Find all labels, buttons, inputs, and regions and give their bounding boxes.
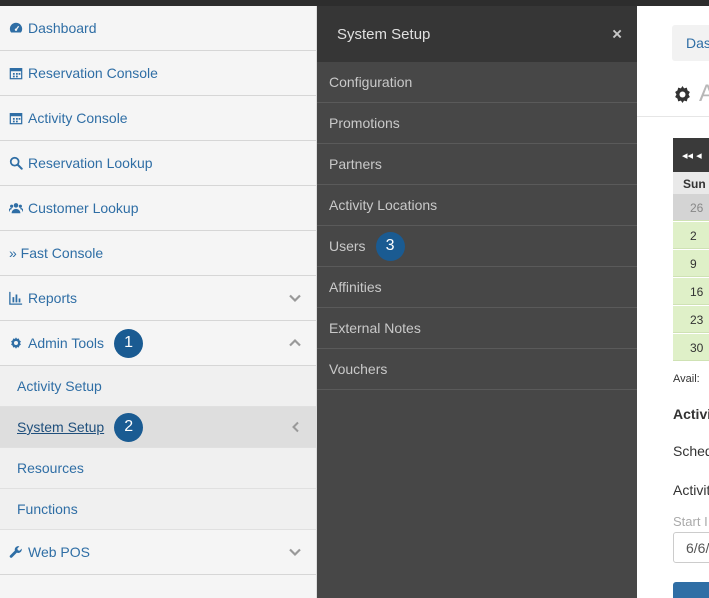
sidebar-item-label: Admin Tools bbox=[28, 335, 105, 351]
step-badge: 2 bbox=[114, 412, 144, 442]
start-date-input[interactable]: 6/6/ bbox=[673, 532, 709, 563]
flyout-item-label: Users bbox=[329, 238, 366, 254]
calendar-day[interactable]: 9 bbox=[673, 250, 709, 277]
flyout-title: System Setup bbox=[337, 25, 431, 43]
schedule-label: Sched bbox=[673, 443, 709, 459]
calendar-day[interactable]: 26 bbox=[673, 194, 709, 221]
sidebar-item-activity-console[interactable]: Activity Console bbox=[0, 96, 316, 141]
page-title: A bbox=[672, 80, 709, 108]
calendar-day-of-week: Sun bbox=[673, 172, 709, 194]
flyout-item-configuration[interactable]: Configuration bbox=[317, 62, 637, 103]
sidebar-subitem-functions[interactable]: Functions bbox=[0, 489, 316, 530]
avail-label: Avail: bbox=[673, 373, 700, 385]
sidebar-item-reservation-lookup[interactable]: Reservation Lookup bbox=[0, 141, 316, 186]
calendar-icon bbox=[9, 66, 24, 80]
sidebar-subitem-activity-setup[interactable]: Activity Setup bbox=[0, 366, 316, 407]
sidebar-item-web-pos[interactable]: Web POS bbox=[0, 530, 316, 575]
sidebar-item-label: Dashboard bbox=[28, 20, 97, 36]
sidebar-item-label: Activity Console bbox=[28, 110, 128, 126]
bar-chart-icon bbox=[9, 291, 24, 305]
gear-icon bbox=[675, 85, 690, 103]
sidebar-subitem-label: Activity Setup bbox=[17, 378, 102, 394]
flyout-item-label: Promotions bbox=[329, 115, 400, 131]
flyout-item-label: Partners bbox=[329, 156, 382, 172]
sidebar-subitem-label: System Setup bbox=[17, 419, 105, 435]
flyout-item-label: Configuration bbox=[329, 74, 413, 90]
users-icon bbox=[9, 201, 24, 215]
sidebar: Dashboard Reservation Console Activity C… bbox=[0, 6, 317, 598]
sidebar-item-admin-tools[interactable]: Admin Tools 1 bbox=[0, 321, 316, 366]
calendar-day[interactable]: 16 bbox=[673, 278, 709, 305]
sidebar-item-dashboard[interactable]: Dashboard bbox=[0, 6, 316, 51]
calendar-day[interactable]: 30 bbox=[673, 334, 709, 361]
main-content: Das A ◂◂ ◂ Sun 26 2 9 16 23 30 Avail: Ac… bbox=[637, 6, 709, 598]
step-badge: 3 bbox=[375, 231, 405, 261]
gear-icon bbox=[9, 336, 24, 350]
sidebar-item-reservation-console[interactable]: Reservation Console bbox=[0, 51, 316, 96]
flyout-item-users[interactable]: Users 3 bbox=[317, 226, 637, 267]
flyout-item-activity-locations[interactable]: Activity Locations bbox=[317, 185, 637, 226]
flyout-item-partners[interactable]: Partners bbox=[317, 144, 637, 185]
step-badge: 1 bbox=[114, 328, 144, 358]
flyout-item-external-notes[interactable]: External Notes bbox=[317, 308, 637, 349]
chevron-down-icon[interactable] bbox=[288, 545, 302, 559]
flyout-item-label: Activity Locations bbox=[329, 197, 438, 213]
activity-label: Activit bbox=[673, 482, 709, 498]
calendar-nav[interactable]: ◂◂ ◂ bbox=[673, 138, 709, 172]
system-setup-flyout: System Setup × Configuration Promotions … bbox=[317, 6, 637, 598]
calendar-day[interactable]: 2 bbox=[673, 222, 709, 249]
sidebar-subitem-system-setup[interactable]: System Setup 2 bbox=[0, 407, 316, 448]
page-title-text: A bbox=[699, 80, 709, 107]
calendar-prev-icon[interactable]: ◂◂ ◂ bbox=[682, 150, 702, 162]
flyout-item-label: Vouchers bbox=[329, 361, 388, 377]
sidebar-subitem-resources[interactable]: Resources bbox=[0, 448, 316, 489]
sidebar-item-label: Customer Lookup bbox=[28, 200, 139, 216]
sidebar-subitem-label: Functions bbox=[17, 501, 78, 517]
start-label: Start I bbox=[673, 514, 708, 529]
chevron-down-icon[interactable] bbox=[288, 291, 302, 305]
calendar-day[interactable]: 23 bbox=[673, 306, 709, 333]
flyout-header: System Setup × bbox=[317, 6, 637, 62]
sidebar-item-label: Web POS bbox=[28, 544, 90, 560]
flyout-item-label: Affinities bbox=[329, 279, 382, 295]
sidebar-item-label: Reservation Lookup bbox=[28, 155, 153, 171]
divider bbox=[637, 116, 709, 117]
flyout-item-vouchers[interactable]: Vouchers bbox=[317, 349, 637, 390]
dashboard-icon bbox=[9, 21, 24, 35]
calendar-icon bbox=[9, 111, 24, 125]
breadcrumb-label: Das bbox=[686, 35, 709, 51]
wrench-icon bbox=[9, 545, 24, 559]
close-icon[interactable]: × bbox=[612, 26, 622, 43]
sidebar-item-label: » Fast Console bbox=[9, 245, 104, 261]
chevron-left-icon[interactable] bbox=[290, 421, 302, 433]
sidebar-item-label: Reports bbox=[28, 290, 78, 306]
flyout-item-label: External Notes bbox=[329, 320, 421, 336]
submit-button[interactable] bbox=[673, 582, 709, 598]
section-label: Activi bbox=[673, 406, 709, 422]
flyout-item-promotions[interactable]: Promotions bbox=[317, 103, 637, 144]
sidebar-item-customer-lookup[interactable]: Customer Lookup bbox=[0, 186, 316, 231]
breadcrumb[interactable]: Das bbox=[672, 25, 709, 61]
sidebar-subitem-label: Resources bbox=[17, 460, 84, 476]
search-icon bbox=[9, 156, 24, 170]
chevron-up-icon[interactable] bbox=[288, 336, 302, 350]
sidebar-item-reports[interactable]: Reports bbox=[0, 276, 316, 321]
sidebar-item-fast-console[interactable]: » Fast Console bbox=[0, 231, 316, 276]
flyout-item-affinities[interactable]: Affinities bbox=[317, 267, 637, 308]
sidebar-item-label: Reservation Console bbox=[28, 65, 158, 81]
